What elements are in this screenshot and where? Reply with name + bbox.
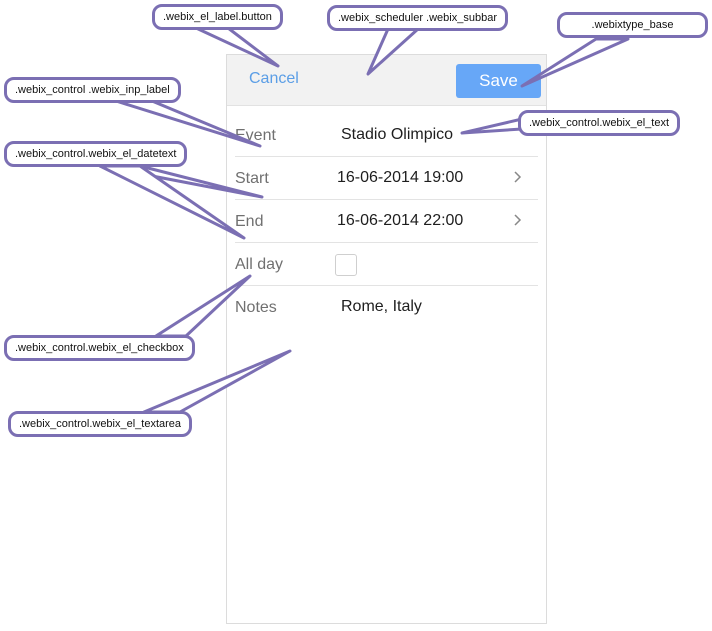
pointer-type-base xyxy=(520,37,630,88)
pointer-el-label-button xyxy=(194,26,280,68)
callout-type-base: .webixtype_base xyxy=(557,12,708,38)
callout-el-label-button: .webix_el_label.button xyxy=(152,4,283,30)
callout-scheduler-subbar: .webix_scheduler .webix_subbar xyxy=(327,5,508,31)
callout-inp-label: .webix_control .webix_inp_label xyxy=(4,77,181,103)
callout-el-text: .webix_control.webix_el_text xyxy=(518,110,681,136)
pointer-inp-label xyxy=(114,99,262,148)
pointer-subbar xyxy=(366,27,420,76)
callout-el-textarea: .webix_control.webix_el_textarea xyxy=(8,411,193,437)
pointer-checkbox xyxy=(154,274,252,338)
callout-el-datetext: .webix_control.webix_el_datetext xyxy=(4,141,188,167)
callout-el-checkbox: .webix_control.webix_el_checkbox xyxy=(4,335,195,361)
pointer-el-text xyxy=(460,117,524,135)
